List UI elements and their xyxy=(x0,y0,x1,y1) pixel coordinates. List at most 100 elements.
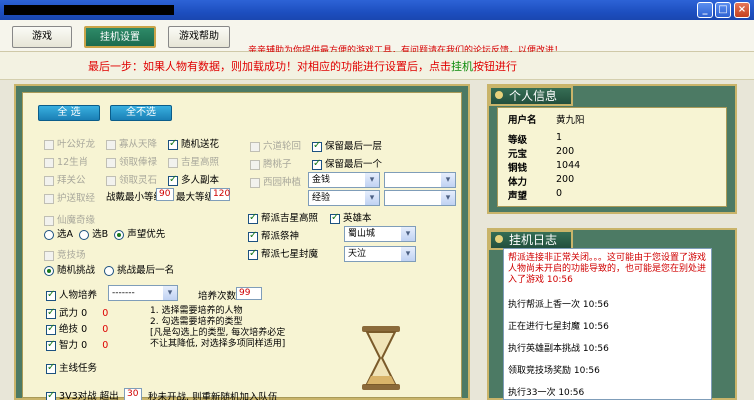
attr-red: 0 xyxy=(102,340,109,351)
close-button[interactable]: × xyxy=(734,2,750,18)
checkbox[interactable] xyxy=(46,307,56,319)
opt-label: 西园种植 xyxy=(263,177,302,188)
checkbox[interactable] xyxy=(312,158,322,170)
opt-label: 寡从天降 xyxy=(119,139,158,150)
opt-arena[interactable]: 竞技场 xyxy=(44,247,86,261)
opt-random-flower[interactable]: 随机送花 xyxy=(168,136,219,150)
opt-west-garden[interactable]: 西园种植 xyxy=(250,174,301,188)
opt-label: 保留最后一层 xyxy=(325,141,383,152)
opt-spirit-stone[interactable]: 领取灵石 xyxy=(106,172,157,186)
checkbox[interactable] xyxy=(106,157,116,168)
checkbox[interactable] xyxy=(312,140,322,152)
checkbox[interactable] xyxy=(44,193,54,204)
checkbox[interactable] xyxy=(44,157,54,168)
checkbox[interactable] xyxy=(168,157,178,168)
radio-a[interactable] xyxy=(44,229,54,240)
checkbox[interactable] xyxy=(44,139,54,150)
window-title-redacted xyxy=(4,5,174,15)
opt-escort[interactable]: 护送取经 xyxy=(44,190,95,204)
checkbox[interactable] xyxy=(44,215,54,226)
opt-label: 保留最后一个 xyxy=(325,159,383,170)
checkbox[interactable] xyxy=(248,212,258,224)
checkbox[interactable] xyxy=(46,362,56,374)
maximize-button[interactable]: □ xyxy=(715,2,731,18)
attr-intellect[interactable]: 智力 0 0 xyxy=(46,337,108,351)
checkbox[interactable] xyxy=(248,230,258,242)
checkbox[interactable] xyxy=(46,289,56,301)
opt-peach[interactable]: 腾桃子 xyxy=(250,156,292,170)
cultivate-select[interactable]: ------- xyxy=(108,285,178,301)
level-max-input[interactable]: 120 xyxy=(210,188,230,201)
opt-lucky-star[interactable]: 吉星高照 xyxy=(168,154,219,168)
checkbox[interactable] xyxy=(250,141,260,152)
info-ingot-value: 200 xyxy=(556,146,575,157)
checkbox[interactable] xyxy=(106,175,116,186)
level-min-input[interactable]: 90 xyxy=(156,188,174,201)
opt-guangong[interactable]: 拜关公 xyxy=(44,172,86,186)
opt-12zodiac[interactable]: 12生肖 xyxy=(44,154,88,168)
opt-guild-seven-star[interactable]: 帮派七星封魔 xyxy=(248,246,318,260)
settings-content: 全 选 全不选 叶公好龙 12生肖 拜关公 护送取经 寡从天降 领取俸禄 领取灵… xyxy=(24,92,464,400)
opt-multi-dungeon[interactable]: 多人副本 xyxy=(168,172,219,186)
info-level-key: 等级 xyxy=(508,135,528,146)
city-select[interactable]: 蜀山城 xyxy=(344,226,416,242)
log-line: 执行33一次 10:56 xyxy=(508,388,585,398)
step-tail: 按钮进行 xyxy=(473,60,517,73)
money-select[interactable]: 金钱 xyxy=(308,172,380,188)
checkbox[interactable] xyxy=(248,248,258,260)
xianmo-options: 选A 选B 声望优先 xyxy=(44,226,165,240)
exp-select-2[interactable] xyxy=(384,190,456,206)
info-rep-value: 0 xyxy=(556,188,563,199)
checkbox[interactable] xyxy=(46,339,56,351)
opt-keep-last-one[interactable]: 保留最后一个 xyxy=(312,156,382,170)
log-list[interactable]: 帮派连接非正常关闭。。。这可能由于您设置了游戏人物尚未开启的功能导致的，也可能是… xyxy=(503,248,712,400)
log-line: 领取竞技场奖励 10:56 xyxy=(508,366,600,376)
radio-last[interactable] xyxy=(104,265,115,276)
radio-random[interactable] xyxy=(44,265,54,276)
minimize-button[interactable]: _ xyxy=(697,2,713,18)
radio-reputation[interactable] xyxy=(114,229,125,240)
exp-select[interactable]: 经验 xyxy=(308,190,380,206)
checkbox[interactable] xyxy=(46,323,56,335)
step-highlight: 挂机 xyxy=(451,60,473,73)
opt-3v3[interactable]: 3V3对战 超出 xyxy=(46,388,119,400)
checkbox[interactable] xyxy=(44,175,54,186)
opt-hero[interactable]: 英雄本 xyxy=(330,210,372,224)
opt-guacong[interactable]: 寡从天降 xyxy=(106,136,157,150)
opt-keep-last-floor[interactable]: 保留最后一层 xyxy=(312,138,382,152)
checkbox[interactable] xyxy=(46,390,56,400)
opt-six-realms[interactable]: 六道轮回 xyxy=(250,138,301,152)
opt-guild-lucky[interactable]: 帮派吉星高照 xyxy=(248,210,318,224)
select-all-button[interactable]: 全 选 xyxy=(38,105,100,121)
tab-game[interactable]: 游戏 xyxy=(12,26,72,48)
opt-salary[interactable]: 领取俸禄 xyxy=(106,154,157,168)
level-max: 最大等级 xyxy=(176,189,214,203)
checkbox[interactable] xyxy=(250,159,260,170)
checkbox[interactable] xyxy=(44,250,54,261)
opt-cultivate[interactable]: 人物培养 xyxy=(46,287,97,301)
checkbox[interactable] xyxy=(168,138,178,150)
attr-value: 0 xyxy=(81,324,88,335)
checkbox[interactable] xyxy=(106,139,116,150)
opt-guild-sacrifice[interactable]: 帮派祭神 xyxy=(248,228,299,242)
checkbox[interactable] xyxy=(168,174,178,186)
cult-times-input[interactable]: 99 xyxy=(236,287,262,300)
opt-xianmo[interactable]: 仙魔奇缘 xyxy=(44,212,95,226)
checkbox[interactable] xyxy=(250,177,260,188)
info-user-key: 用户名 xyxy=(508,115,537,126)
select-none-button[interactable]: 全不选 xyxy=(110,105,172,121)
opt-yegong[interactable]: 叶公好龙 xyxy=(44,136,95,150)
attr-force[interactable]: 武力 0 0 xyxy=(46,305,108,319)
tab-game-help[interactable]: 游戏帮助 xyxy=(168,26,230,48)
info-user-value: 黄九阳 xyxy=(556,115,585,126)
pvp-seconds-input[interactable]: 30 xyxy=(124,388,142,400)
level-max-label: 最大等级 xyxy=(176,192,215,203)
opt-main-task[interactable]: 主线任务 xyxy=(46,360,97,374)
checkbox[interactable] xyxy=(330,212,340,224)
hint-line: 不让其降低, 对选择多项同样适用] xyxy=(150,339,286,349)
money-select-2[interactable] xyxy=(384,172,456,188)
radio-b[interactable] xyxy=(79,229,90,240)
tianqi-select[interactable]: 天泣 xyxy=(344,246,416,262)
tab-hang-settings[interactable]: 挂机设置 xyxy=(84,26,156,48)
attr-skill[interactable]: 绝技 0 0 xyxy=(46,321,108,335)
